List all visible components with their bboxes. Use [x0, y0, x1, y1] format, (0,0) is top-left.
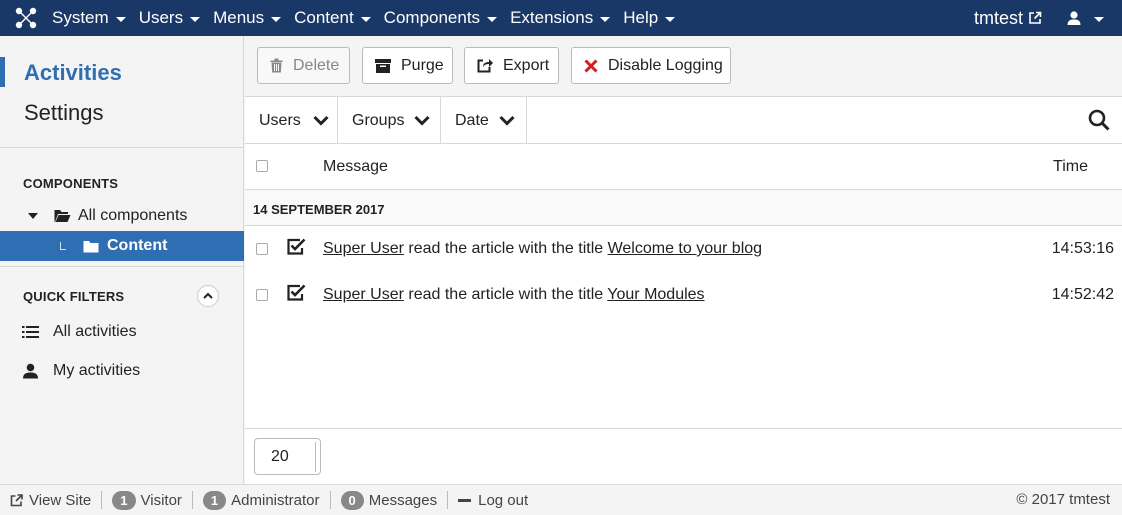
top-navbar: System Users Menus Content Components Ex… [0, 0, 1122, 36]
activity-time: 14:53:16 [1051, 240, 1114, 257]
status-badge: 1 [202, 490, 227, 510]
navbar-right: tmtest [974, 0, 1122, 36]
quick-filter-all-activities[interactable]: All activities [22, 323, 137, 341]
table-row: Super User read the article with the tit… [245, 226, 1122, 272]
tree-item-all-components[interactable]: All components [0, 201, 244, 231]
archive-icon [375, 58, 391, 73]
checkbox-checked-icon [287, 284, 306, 301]
sidebar-nav: Activities Settings [0, 36, 243, 148]
caret-down-icon [190, 16, 201, 22]
components-section-title: COMPONENTS [23, 176, 119, 191]
delete-button[interactable]: Delete [257, 47, 350, 84]
main-content: Users Groups Date Message Time 14 SEPTEM… [245, 97, 1122, 484]
list-limit-select[interactable]: 20 [254, 438, 321, 475]
user-link[interactable]: Super User [323, 286, 404, 303]
close-icon [584, 58, 598, 73]
user-menu[interactable] [1066, 10, 1104, 26]
sidebar-item-settings[interactable]: Settings [24, 100, 104, 126]
menu-content[interactable]: Content [294, 8, 371, 28]
action-toolbar: Delete Purge Export Disable Logging [245, 36, 1122, 97]
tree-item-label: All components [78, 207, 188, 224]
caret-down-icon [115, 16, 126, 22]
trash-icon [270, 58, 283, 73]
search-icon [1088, 109, 1110, 131]
user-icon [23, 363, 38, 379]
column-message[interactable]: Message [323, 158, 388, 176]
external-link-icon [10, 493, 23, 506]
menu-components[interactable]: Components [384, 8, 498, 28]
table-header: Message Time [245, 144, 1122, 190]
disable-logging-button[interactable]: Disable Logging [571, 47, 731, 84]
select-all-checkbox[interactable] [256, 160, 268, 172]
filter-date[interactable]: Date [441, 97, 527, 144]
sidebar-item-activities[interactable]: Activities [24, 60, 122, 86]
folder-icon [83, 240, 99, 252]
chevron-down-icon [499, 115, 515, 126]
list-icon [22, 326, 39, 338]
external-link-icon [1029, 11, 1042, 24]
filter-groups[interactable]: Groups [338, 97, 441, 144]
menu-extensions[interactable]: Extensions [510, 8, 611, 28]
minus-icon [458, 498, 472, 502]
select-arrow-icon [315, 442, 320, 472]
tree-branch-icon [60, 242, 66, 250]
tree-item-content[interactable]: Content [0, 231, 244, 261]
status-badge: 1 [112, 490, 136, 510]
active-indicator [0, 57, 5, 87]
joomla-logo-icon[interactable] [0, 0, 52, 36]
caret-down-icon [487, 16, 498, 22]
site-link[interactable]: tmtest [974, 8, 1042, 29]
admin-count: 1 Administrator [193, 490, 331, 510]
quick-filter-my-activities[interactable]: My activities [22, 362, 140, 380]
row-checkbox[interactable] [256, 289, 268, 301]
caret-down-icon [665, 16, 676, 22]
folder-open-icon [54, 210, 71, 222]
tree-item-label: Content [107, 237, 168, 254]
activity-message: Super User read the article with the tit… [323, 286, 705, 303]
caret-down-icon[interactable] [28, 213, 38, 219]
chevron-down-icon [313, 115, 329, 126]
article-link[interactable]: Your Modules [607, 286, 704, 303]
status-badge: 0 [340, 490, 364, 510]
export-button[interactable]: Export [464, 47, 559, 84]
caret-down-icon [271, 16, 282, 22]
caret-down-icon [360, 16, 371, 22]
date-group-header: 14 SEPTEMBER 2017 [245, 190, 1122, 226]
export-icon [477, 58, 493, 73]
table-row: Super User read the article with the tit… [245, 272, 1122, 318]
logout-link[interactable]: Log out [448, 491, 538, 509]
caret-down-icon [600, 16, 611, 22]
caret-down-icon [1094, 16, 1104, 22]
chevron-down-icon [414, 115, 431, 126]
user-link[interactable]: Super User [323, 240, 404, 257]
messages-link[interactable]: 0 Messages [331, 490, 449, 510]
quick-filters-title: QUICK FILTERS [23, 289, 125, 304]
activity-message: Super User read the article with the tit… [323, 240, 763, 257]
filter-users[interactable]: Users [245, 97, 338, 144]
sidebar-divider [0, 266, 244, 267]
menu-help[interactable]: Help [623, 8, 676, 28]
status-bar: View Site 1 Visitor 1 Administrator 0 Me… [0, 484, 1122, 515]
checkbox-checked-icon [287, 238, 306, 255]
menu-menus[interactable]: Menus [213, 8, 282, 28]
menu-users[interactable]: Users [139, 8, 201, 28]
column-time[interactable]: Time [1053, 158, 1088, 176]
row-checkbox[interactable] [256, 243, 268, 255]
activity-time: 14:52:42 [1051, 286, 1114, 303]
filter-bar: Users Groups Date [245, 97, 1122, 144]
sidebar: Activities Settings COMPONENTS All compo… [0, 36, 244, 484]
menu-system[interactable]: System [52, 8, 126, 28]
pagination-bar: 20 [245, 428, 1122, 484]
copyright: © 2017 tmtest [1016, 491, 1110, 508]
search-button[interactable] [1088, 109, 1110, 136]
collapse-button[interactable] [197, 285, 219, 307]
view-site-link[interactable]: View Site [0, 491, 103, 509]
user-icon [1067, 11, 1081, 25]
visitor-count: 1 Visitor [102, 490, 193, 510]
purge-button[interactable]: Purge [362, 47, 453, 84]
article-link[interactable]: Welcome to your blog [608, 240, 762, 257]
chevron-up-icon [203, 292, 213, 299]
